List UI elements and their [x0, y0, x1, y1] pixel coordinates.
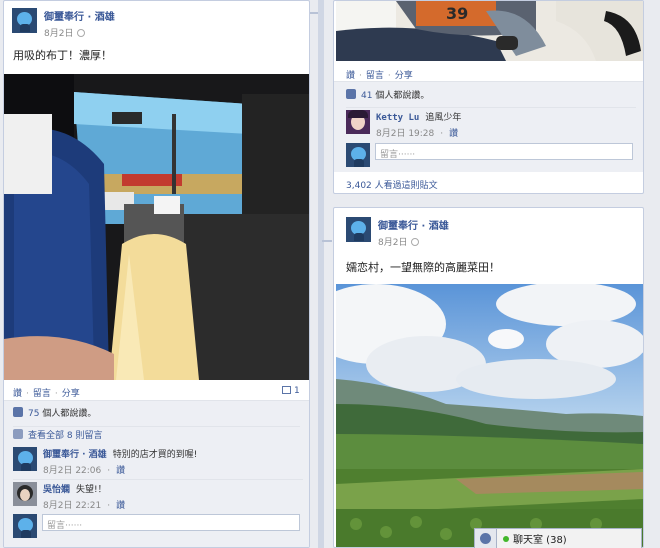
thumbs-up-icon — [346, 89, 356, 99]
like-button[interactable]: 讚 — [13, 389, 22, 399]
post-text: 用吸的布丁！濃厚！ — [13, 49, 112, 62]
comment-text: 特別的店才買的到喔! — [112, 450, 198, 460]
comment-input[interactable]: 留言‧‧‧‧‧‧ — [375, 143, 633, 160]
post-header: 御璽奉行 · 酒雄 8月2日 — [346, 217, 449, 248]
likes-summary: 75 個人都說讚。 — [13, 406, 96, 419]
person-photo-illustration: 39 — [336, 1, 643, 61]
notifications-globe-icon[interactable] — [475, 528, 497, 548]
comment-count-value: 1 — [294, 386, 300, 396]
comment-time[interactable]: 8月2日 22:21 — [43, 501, 101, 511]
pudding-photo-illustration — [4, 74, 309, 380]
timeline-spine — [318, 0, 324, 548]
post-photo[interactable] — [4, 74, 309, 380]
comment-input[interactable]: 留言‧‧‧‧‧‧ — [42, 514, 300, 531]
post-card-continued: 39 讚 · 留言 · 分享 41 個人都說讚。 Ketty Lu 追風少年 8月2日 1… — [333, 0, 644, 194]
comments-icon — [13, 429, 23, 439]
author-name[interactable]: 御璽奉行 · 酒雄 — [44, 8, 115, 23]
share-button[interactable]: 分享 — [62, 389, 80, 399]
comment-bubble-icon — [282, 386, 291, 394]
comment-text: 追風少年 — [425, 113, 462, 123]
landscape-photo-illustration — [336, 284, 643, 547]
comment-count[interactable]: 1 — [282, 386, 300, 396]
comment-avatar[interactable] — [13, 447, 37, 471]
avatar[interactable] — [346, 217, 371, 242]
view-all-comments[interactable]: 查看全部 8 則留言 — [13, 426, 300, 441]
comment-avatar[interactable] — [346, 110, 370, 134]
viewer-avatar — [13, 514, 37, 538]
post-text: 嬬恋村，一望無際的高麗菜田！ — [346, 261, 500, 274]
likes-summary: 41 個人都說讚。 — [346, 88, 429, 101]
timeline-connector — [322, 240, 332, 242]
post-views[interactable]: 3,402 人看過這則貼文 — [346, 178, 438, 191]
svg-text:39: 39 — [446, 4, 468, 23]
comment-like-button[interactable]: 讚 — [116, 466, 125, 476]
chat-bar[interactable]: 聊天室 (38) — [474, 528, 642, 548]
view-all-comments-link[interactable]: 查看全部 8 則留言 — [28, 431, 102, 441]
author-name[interactable]: 御璽奉行 · 酒雄 — [378, 217, 449, 232]
avatar[interactable] — [12, 8, 37, 33]
comment-time[interactable]: 8月2日 19:28 — [376, 129, 434, 139]
comment-like-button[interactable]: 讚 — [449, 129, 458, 139]
post-date[interactable]: 8月2日 — [378, 238, 407, 248]
comment-button[interactable]: 留言 — [33, 389, 51, 399]
like-button[interactable]: 讚 — [346, 71, 355, 81]
likes-count[interactable]: 75 — [28, 409, 39, 419]
post-photo[interactable]: 39 — [336, 1, 643, 61]
likes-suffix: 個人都說讚。 — [375, 91, 430, 101]
post-card-pudding: 御璽奉行 · 酒雄 8月2日 用吸的布丁！濃厚！ 讚 · 留言 · 分享 1 7… — [3, 0, 310, 548]
comment-like-button[interactable]: 讚 — [116, 501, 125, 511]
share-button[interactable]: 分享 — [395, 71, 413, 81]
post-card-cabbage: 御璽奉行 · 酒雄 8月2日 嬬恋村，一望無際的高麗菜田！ — [333, 207, 644, 548]
globe-icon — [77, 29, 86, 37]
comment-button[interactable]: 留言 — [366, 71, 384, 81]
thumbs-up-icon — [13, 407, 23, 417]
likes-suffix: 個人都說讚。 — [42, 409, 97, 419]
comment-text: 失望!！ — [76, 485, 107, 495]
comment-time[interactable]: 8月2日 22:06 — [43, 466, 101, 476]
comment-author[interactable]: Ketty Lu — [376, 113, 419, 123]
post-actions: 讚 · 留言 · 分享 — [346, 71, 413, 81]
likes-count[interactable]: 41 — [361, 91, 372, 101]
comment-item: 御璽奉行 · 酒雄 特別的店才買的到喔! 8月2日 22:06 · 讚 — [13, 447, 303, 476]
post-date[interactable]: 8月2日 — [44, 29, 73, 39]
chat-label: 聊天室 (38) — [513, 535, 567, 546]
post-header: 御璽奉行 · 酒雄 8月2日 — [12, 8, 115, 39]
post-photo[interactable] — [336, 284, 643, 547]
viewer-avatar — [346, 143, 370, 167]
comment-author[interactable]: 御璽奉行 · 酒雄 — [43, 450, 107, 460]
online-status-icon — [503, 535, 509, 542]
comment-author[interactable]: 吳怡嫻 — [43, 485, 70, 495]
post-actions: 讚 · 留言 · 分享 — [13, 389, 80, 399]
comment-avatar[interactable] — [13, 482, 37, 506]
comment-item: Ketty Lu 追風少年 8月2日 19:28 · 讚 — [346, 107, 636, 139]
comment-item: 吳怡嫻 失望!！ 8月2日 22:21 · 讚 — [13, 479, 303, 511]
globe-icon — [411, 238, 420, 246]
